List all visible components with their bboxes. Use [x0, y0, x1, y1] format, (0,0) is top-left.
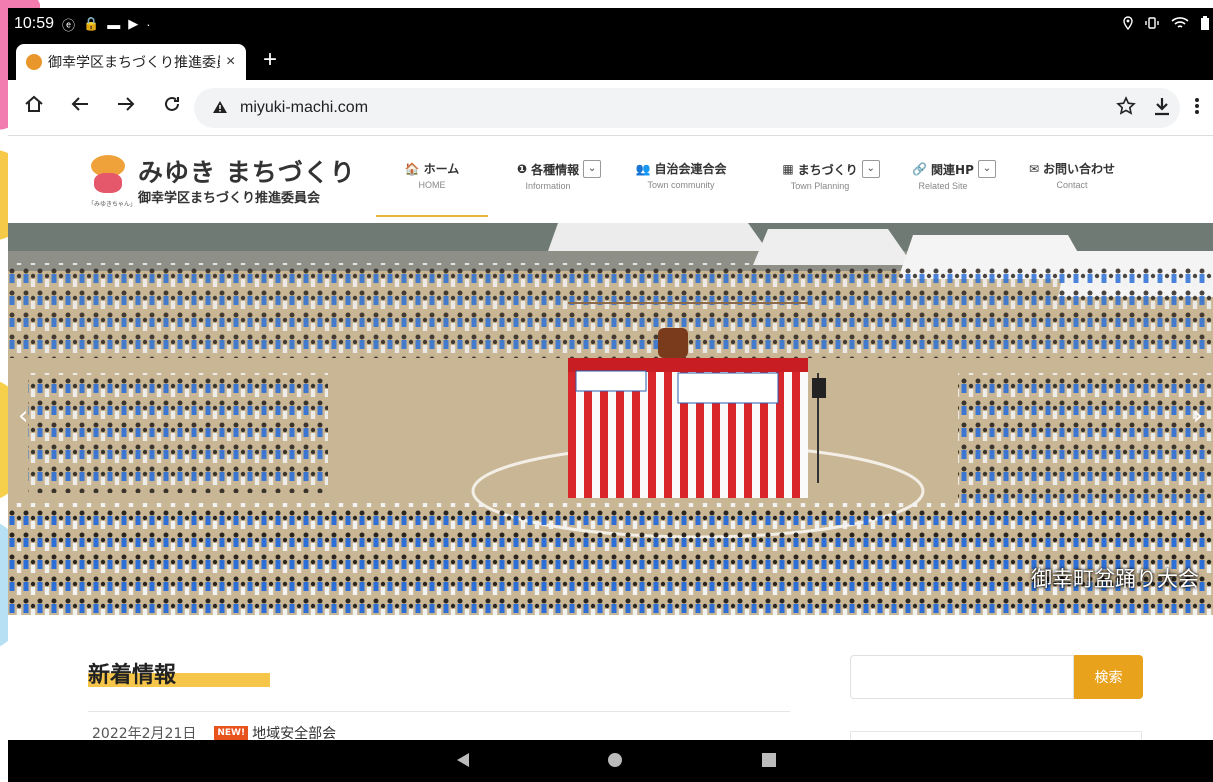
nav-contact-label: お問い合わせ [1043, 162, 1116, 176]
slide-caption: 御幸町盆踊り大会 [1031, 567, 1199, 591]
not-secure-warning-icon[interactable] [212, 100, 228, 117]
logo-title: みゆき まちづくり [138, 158, 356, 187]
nav-contact-sublabel: Contact [1056, 180, 1088, 190]
wifi-icon [1171, 16, 1189, 33]
reload-icon[interactable] [162, 94, 182, 120]
more-menu-icon[interactable] [1194, 96, 1200, 122]
battery-icon [1201, 15, 1209, 33]
more-notifications-icon: · [146, 16, 151, 32]
nav-town-planning-label: まちづくり [797, 162, 858, 177]
search-button[interactable]: 検索 [1074, 655, 1143, 699]
nav-town-community-label: 自治会連合会 [654, 162, 727, 176]
nav-information-sublabel: Information [525, 181, 571, 191]
site-logo[interactable]: 「みゆきちゃん」 みゆき まちづくり 御幸学区まちづくり推進委員会 [88, 153, 355, 209]
chevron-down-icon[interactable]: ⌄ [861, 160, 880, 178]
bookmark-star-icon[interactable] [1116, 96, 1136, 122]
mascot-caption: 「みゆきちゃん」 [88, 201, 137, 208]
status-bar: 10:59 ⓔ 🔒 ▬ ▶ · [8, 8, 1213, 40]
back-arrow-icon[interactable] [70, 94, 90, 120]
location-icon [1123, 15, 1133, 33]
hero-slideshow[interactable]: ‹ › 御幸町盆踊り大会 [8, 223, 1213, 615]
nav-home[interactable]: 🏠 ホーム HOME [402, 160, 462, 191]
users-nav-icon: 👥 [635, 161, 651, 176]
close-tab-icon[interactable]: × [226, 53, 235, 71]
download-icon[interactable] [1153, 96, 1171, 122]
chevron-down-icon[interactable]: ⌄ [977, 160, 996, 178]
active-nav-indicator [376, 215, 488, 217]
nav-information[interactable]: ❶ 各種情報 ⌄ Information [514, 160, 604, 191]
home-circle-icon[interactable] [607, 752, 623, 772]
nav-home-sublabel: HOME [418, 180, 446, 190]
nav-contact[interactable]: ✉ お問い合わせ Contact [1026, 160, 1118, 191]
nav-town-planning-sublabel: Town Planning [790, 181, 850, 191]
notification-icon: ⓔ [62, 17, 76, 33]
nav-town-planning[interactable]: ▦ まちづくり ⌄ Town Planning [782, 160, 880, 191]
festival-photo [8, 223, 1213, 615]
nav-related-site-sublabel: Related Site [918, 181, 968, 191]
site-favicon-icon [26, 54, 42, 70]
info-nav-icon: ❶ [516, 162, 528, 176]
news-heading: 新着情報 [88, 663, 177, 688]
tab-title: 御幸学区まちづくり推進委員会 [48, 54, 220, 70]
building-nav-icon: ▦ [782, 162, 794, 176]
youtube-notification-icon: ▶ [128, 16, 139, 31]
url-text: miyuki-machi.com [240, 99, 369, 116]
home-icon[interactable] [24, 94, 44, 120]
link-nav-icon: 🔗 [912, 162, 928, 176]
tablet-screen: 10:59 ⓔ 🔒 ▬ ▶ · 御幸学区まちづくり推進委員会 × [8, 8, 1213, 782]
nav-related-site[interactable]: 🔗 関連HP ⌄ Related Site [912, 160, 996, 191]
new-badge: NEW! [214, 726, 249, 740]
next-slide-arrow-icon[interactable]: › [1193, 401, 1203, 431]
mascot-logo-icon [88, 155, 128, 199]
browser-toolbar: miyuki-machi.com [8, 80, 1213, 136]
status-time: 10:59 [14, 15, 55, 32]
tab-strip: 御幸学区まちづくり推進委員会 × [8, 40, 1213, 80]
search-input[interactable] [850, 655, 1074, 699]
prev-slide-arrow-icon[interactable]: ‹ [18, 401, 28, 431]
image-notification-icon: ▬ [107, 16, 121, 32]
site-header: 「みゆきちゃん」 みゆき まちづくり 御幸学区まちづくり推進委員会 🏠 ホーム H… [8, 137, 1213, 223]
nav-home-label: ホーム [423, 162, 460, 176]
nav-town-community-sublabel: Town community [647, 180, 715, 190]
address-bar[interactable]: miyuki-machi.com [194, 88, 1180, 128]
logo-subtitle: 御幸学区まちづくり推進委員会 [138, 191, 321, 206]
lock-icon: 🔒 [83, 16, 100, 31]
system-navigation-bar [8, 740, 1213, 782]
home-nav-icon: 🏠 [404, 161, 420, 176]
new-tab-button[interactable]: + [263, 48, 277, 72]
chevron-down-icon[interactable]: ⌄ [583, 160, 602, 178]
forward-arrow-icon[interactable] [116, 94, 136, 120]
recents-square-icon[interactable] [762, 752, 776, 771]
news-section: 新着情報 2022年2月21日 NEW! 地域安全部会 検索 [8, 615, 1213, 751]
nav-information-label: 各種情報 [531, 162, 580, 177]
envelope-nav-icon: ✉ [1028, 161, 1040, 176]
back-triangle-icon[interactable] [456, 752, 470, 772]
nav-related-site-label: 関連HP [931, 162, 974, 177]
nav-town-community[interactable]: 👥 自治会連合会 Town community [635, 160, 727, 191]
divider [88, 711, 790, 712]
vibrate-icon [1145, 16, 1159, 32]
browser-tab[interactable]: 御幸学区まちづくり推進委員会 × [16, 44, 246, 80]
